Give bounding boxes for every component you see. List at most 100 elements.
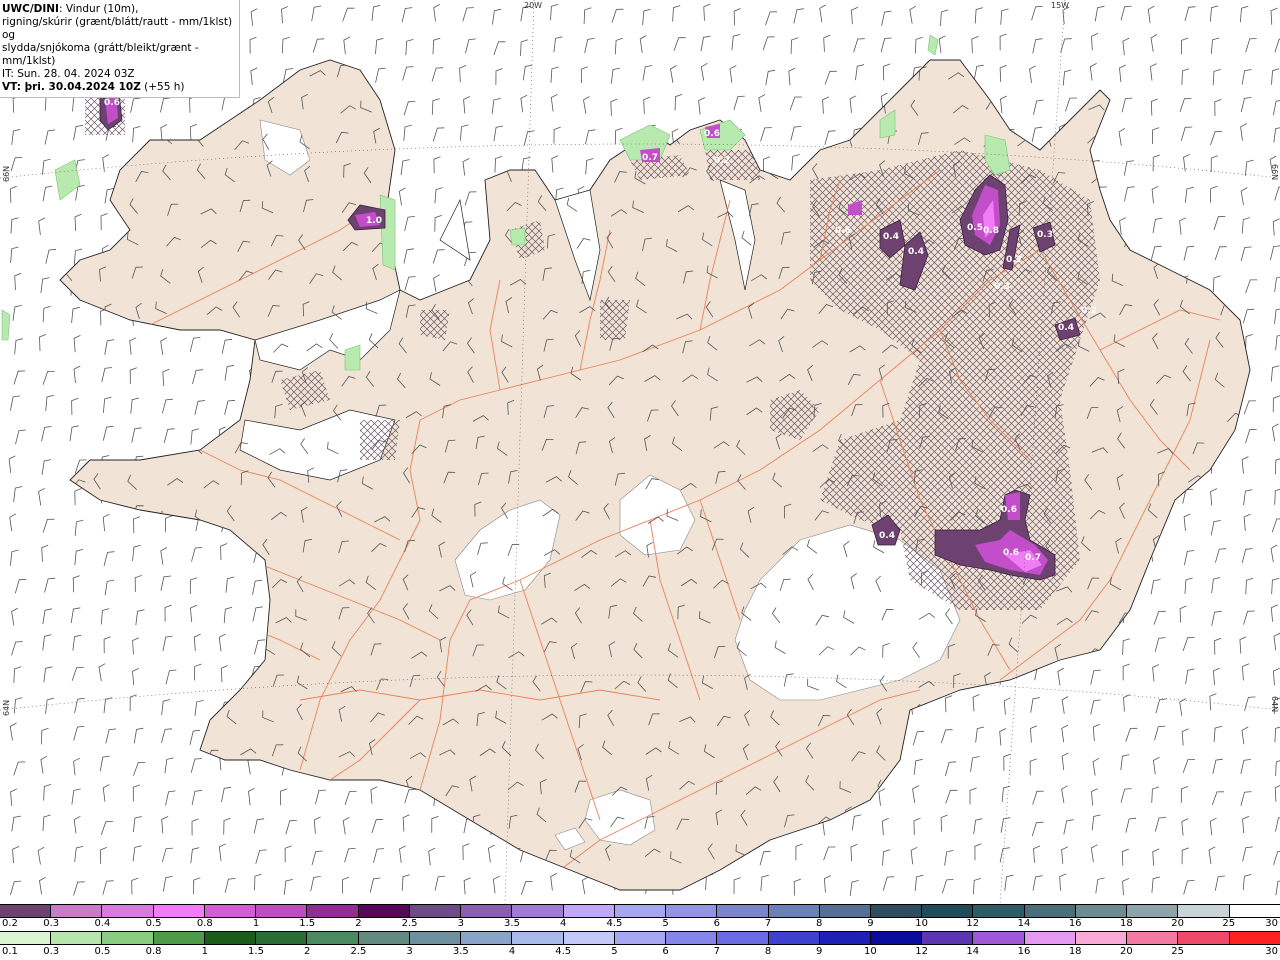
scale-cell [255,932,307,944]
scale-cell [921,905,973,917]
scale-cell [203,932,256,944]
scale-label: 16 [1068,918,1082,929]
scale-cell [716,905,768,917]
precip-label: 0.3 [994,282,1010,292]
scale-label: 2.5 [401,918,418,929]
init-time: IT: Sun. 28. 04. 2024 03Z [2,68,135,80]
precip-label: 0.6 [835,226,851,236]
scale-cell [869,905,922,917]
scale-label: 20 [1171,918,1184,929]
scale-label: 0.5 [145,918,162,929]
title-line-2: rigning/skúrir (grænt/blátt/rautt - mm/1… [2,16,233,41]
scale-label: 5 [662,918,669,929]
precip-label: 0.2 [1006,255,1022,265]
scale-label: 2 [355,918,362,929]
lon-label-20w: 20W [524,1,543,10]
scale-label: 2 [304,946,311,957]
precip-label: 1.0 [366,216,382,226]
lat-label-66n-right: 66N [1270,164,1279,181]
scale-cell [306,905,358,917]
precip-label: 0.6 [704,129,720,139]
precip-label: 0.2 [714,156,730,166]
scale-label: 0.3 [43,946,60,957]
scale-cell [665,905,717,917]
precip-label: 0.6 [1001,505,1017,515]
precip-label: 0.3 [1037,230,1053,240]
scale-cell [1074,932,1127,944]
scale-cell [767,932,819,944]
scale-cell [0,905,51,917]
scale-label: 18 [1120,918,1133,929]
scale-label: 3.5 [452,946,469,957]
scale-cell [408,905,461,917]
scale-cell [101,932,153,944]
scale-label: 9 [816,946,823,957]
scale-cell [921,932,973,944]
scale-cell [1126,905,1178,917]
scale-label: 4 [508,946,516,957]
scale-cell [1023,932,1075,944]
precip-label: 0.4 [1058,323,1074,333]
scale-cell [1228,932,1280,944]
lat-label-64n-left: 64N [2,699,11,716]
scale-label: 8 [764,946,772,957]
scale-cell [1177,932,1229,944]
scale-cell [818,905,870,917]
scale-label: 6 [662,946,669,957]
scale-label: 7 [764,918,772,929]
scale-label: 3.5 [504,918,520,929]
lon-label-15w: 15W [1051,1,1070,10]
scale-label: 6 [713,918,720,929]
scale-cell [1177,905,1229,917]
scale-cell [562,905,614,917]
scale-label: 16 [1017,946,1031,957]
scale-cell [0,932,51,944]
scale-cell [1023,905,1075,917]
scale-label: 18 [1068,946,1082,957]
model-name: UWC/DINI [2,3,59,15]
scale-label: 25 [1222,918,1236,929]
scale-cell [460,905,512,917]
rain-scale-labels: 0.1 0.3 0.5 0.8 1 1.5 2 2.5 3 3.5 4 4.5 5 6 7 8 9 10 12 14 1… [0,946,1280,958]
scale-cell [613,932,666,944]
scale-cell [306,932,358,944]
scale-cell [1074,905,1127,917]
scale-label: 0.8 [196,918,213,929]
precip-label: 0.6 [104,98,120,108]
scale-cell [818,932,870,944]
scale-cell [460,932,512,944]
scale-cell [972,932,1024,944]
scale-label: 0.3 [43,918,60,929]
scale-label: 30 [1265,918,1278,929]
scale-cell [972,905,1024,917]
precip-label: 0.6 [1003,548,1019,558]
scale-label: 12 [966,918,980,929]
scale-label: 3 [457,918,464,929]
scale-label: 0.5 [94,946,111,957]
scale-cell [152,932,204,944]
scale-cell [50,905,102,917]
scale-label: 14 [966,946,980,957]
scale-cell [767,905,819,917]
valid-time: VT: þri. 30.04.2024 10Z (+55 h) [2,81,236,94]
scale-label: 0.8 [145,946,162,957]
scale-cell [665,932,717,944]
scale-label: 0.1 [2,946,18,957]
scale-cell [357,932,409,944]
scale-label: 0.4 [94,918,111,929]
scale-label: 4.5 [555,946,572,957]
scale-cell [152,905,204,917]
precip-label: 0.7 [642,153,658,163]
scale-cell [511,932,563,944]
scale-cell [716,932,768,944]
scale-label: 1.5 [248,946,264,957]
scale-label: 10 [915,918,928,929]
lat-label-64n-right: 64N [1270,696,1279,713]
scale-label: 9 [867,918,874,929]
precip-label: 0.5 [967,223,983,233]
title-rest: : Vindur (10m), [58,3,139,15]
scale-label: 12 [915,946,928,957]
title-line-3: slydda/snjókoma (grátt/bleikt/grænt - mm… [2,42,199,67]
precip-label: 0.4 [883,232,899,242]
precip-label: 0.7 [1025,553,1041,563]
